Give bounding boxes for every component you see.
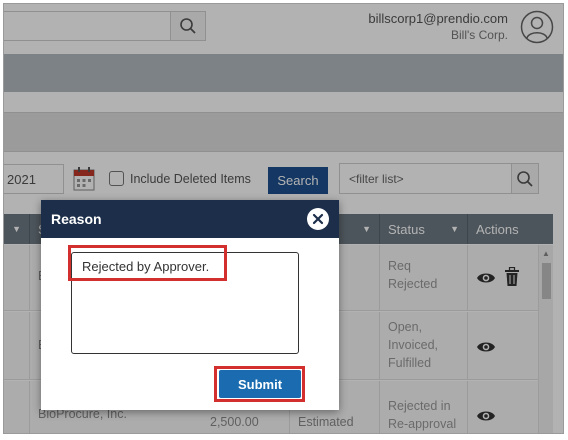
- close-button[interactable]: [307, 208, 329, 230]
- reason-modal: Reason Rejected by Approver. Submit: [41, 200, 339, 410]
- app-window: billscorp1@prendio.com Bill's Corp. 2021…: [3, 3, 564, 434]
- submit-highlight-box: [214, 366, 305, 402]
- reason-highlight-box: [68, 245, 227, 281]
- close-icon: [312, 213, 324, 225]
- modal-title: Reason: [51, 211, 102, 227]
- modal-header: Reason: [41, 200, 339, 238]
